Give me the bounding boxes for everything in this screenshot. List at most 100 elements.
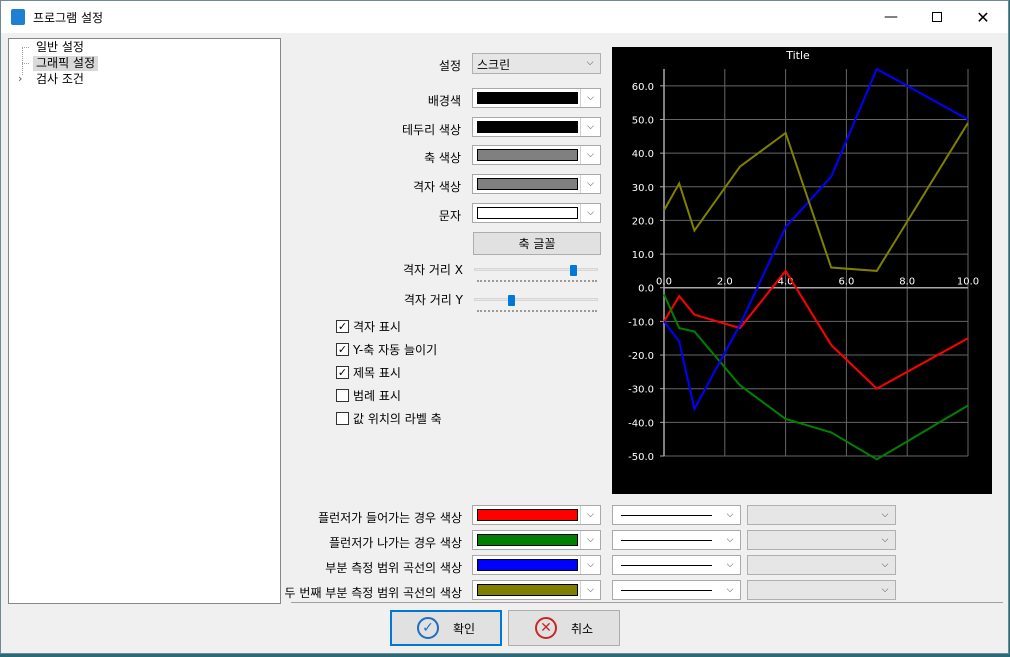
chart-preview: Title 60.0 50.0 40.0 30.0 20.0 10.0 0.0 -10.0 -20…: [612, 47, 992, 494]
color-swatch: [477, 207, 578, 219]
checkbox-box[interactable]: [336, 388, 349, 402]
series-width-combo[interactable]: ⌵: [747, 530, 896, 550]
show-grid-checkbox[interactable]: ✓ 격자 표시: [336, 319, 401, 334]
series-color-combo[interactable]: ⌵: [472, 530, 601, 550]
background-label: 배경색: [427, 94, 461, 108]
cancel-button[interactable]: ✕ 취소: [508, 610, 620, 646]
axis-font-button[interactable]: 축 글꼴: [473, 232, 601, 255]
tree-line: [22, 63, 29, 64]
chevron-down-icon: ⌵: [580, 531, 600, 549]
close-icon: ✕: [976, 7, 990, 27]
chart-title: Title: [785, 49, 810, 62]
checkbox-label: 격자 표시: [353, 319, 401, 334]
border-label: 테두리 색상: [401, 123, 461, 137]
chevron-down-icon: ⌵: [580, 204, 600, 222]
y-axis-auto-checkbox[interactable]: ✓ Y-축 자동 늘이기: [336, 342, 438, 357]
series-line-style-combo[interactable]: ⌵: [612, 555, 741, 575]
axis-color-combo[interactable]: ⌵: [472, 145, 601, 165]
series-color-combo[interactable]: ⌵: [472, 505, 601, 525]
color-swatch: [477, 534, 578, 546]
series-label: 플런저가 나가는 경우 색상: [329, 536, 462, 550]
line-style-preview: [621, 540, 712, 541]
show-title-checkbox[interactable]: ✓ 제목 표시: [336, 365, 401, 380]
series-line-style-combo[interactable]: ⌵: [612, 580, 741, 600]
cancel-label: 취소: [570, 621, 594, 636]
series-line-style-combo[interactable]: ⌵: [612, 505, 741, 525]
series-line-style-combo[interactable]: ⌵: [612, 530, 741, 550]
maximize-button[interactable]: [914, 1, 960, 33]
preset-value: 스크린: [477, 58, 511, 72]
grid-x-slider-thumb[interactable]: [570, 265, 578, 276]
tree-line: [22, 47, 23, 75]
text-color-label: 문자: [438, 209, 461, 223]
checkbox-box[interactable]: ✓: [336, 342, 349, 356]
grid-y-slider-thumb[interactable]: [508, 295, 516, 306]
chevron-down-icon: ⌵: [580, 556, 600, 574]
color-swatch: [477, 509, 578, 521]
grid-x-slider[interactable]: [474, 268, 598, 271]
checkbox-label: Y-축 자동 늘이기: [353, 342, 438, 357]
chart-svg: Title 60.0 50.0 40.0 30.0 20.0 10.0 0.0 -10.0 -20…: [628, 49, 979, 463]
grid-x-label: 격자 거리 X: [402, 263, 463, 277]
y-tick-label: 20.0: [632, 216, 654, 227]
text-color-combo[interactable]: ⌵: [472, 203, 601, 223]
minimize-button[interactable]: —: [868, 1, 914, 33]
line-style-preview: [621, 565, 712, 566]
y-tick-label: -20.0: [628, 351, 654, 362]
background-color-combo[interactable]: ⌵: [472, 88, 601, 108]
series-color-combo[interactable]: ⌵: [472, 555, 601, 575]
chevron-down-icon: ⌵: [726, 560, 734, 570]
tree-line: [22, 47, 29, 48]
color-swatch: [477, 178, 578, 190]
expand-arrow-icon[interactable]: ›: [18, 72, 22, 85]
show-legend-checkbox[interactable]: 범례 표시: [336, 388, 401, 403]
tree-item-graphics[interactable]: 그래픽 설정: [33, 56, 99, 71]
checkbox-box[interactable]: ✓: [336, 319, 349, 333]
chevron-down-icon: ⌵: [580, 175, 600, 193]
ok-label: 확인: [452, 621, 476, 636]
close-button[interactable]: ✕: [960, 1, 1006, 33]
tree-item-general[interactable]: 일반 설정: [33, 40, 87, 55]
series-label: 두 번째 부분 측정 범위 곡선의 색상: [284, 586, 462, 600]
y-tick-label: 50.0: [632, 115, 654, 126]
x-tick-label: 0.0: [656, 277, 672, 288]
window-title: 프로그램 설정: [33, 11, 104, 25]
x-tick-label: 8.0: [899, 277, 915, 288]
y-tick-label: -40.0: [628, 418, 654, 429]
checkbox-label: 값 위치의 라벨 축: [353, 411, 442, 426]
y-tick-label: 60.0: [632, 82, 654, 93]
y-tick-label: 10.0: [632, 250, 654, 261]
minimize-icon: —: [884, 9, 898, 25]
y-tick-label: 30.0: [632, 183, 654, 194]
slider-ticks: [477, 280, 597, 282]
border-color-combo[interactable]: ⌵: [472, 117, 601, 137]
y-tick-label: -50.0: [628, 452, 654, 463]
x-tick-label: 2.0: [717, 277, 733, 288]
tree-item-inspection[interactable]: 검사 조건: [33, 72, 87, 87]
chevron-down-icon: ⌵: [881, 585, 889, 595]
series-line-3: [663, 122, 969, 272]
x-tick-label: 6.0: [838, 277, 854, 288]
checkbox-box[interactable]: [336, 411, 349, 425]
x-tick-label: 10.0: [957, 277, 979, 288]
chevron-down-icon: ⌵: [726, 535, 734, 545]
checkbox-label: 범례 표시: [353, 388, 401, 403]
preset-label: 설정: [438, 59, 461, 73]
value-axis-label-checkbox[interactable]: 값 위치의 라벨 축: [336, 411, 442, 426]
color-swatch: [477, 92, 578, 104]
color-swatch: [477, 559, 578, 571]
app-icon: [11, 9, 25, 25]
series-color-combo[interactable]: ⌵: [472, 580, 601, 600]
axis-color-label: 축 색상: [424, 151, 461, 165]
series-width-combo[interactable]: ⌵: [747, 555, 896, 575]
series-label: 부분 측정 범위 곡선의 색상: [325, 561, 462, 575]
checkbox-box[interactable]: ✓: [336, 365, 349, 379]
grid-y-slider[interactable]: [474, 298, 598, 301]
ok-button[interactable]: ✓ 확인: [390, 610, 502, 646]
grid-color-combo[interactable]: ⌵: [472, 174, 601, 194]
preset-combo[interactable]: 스크린 ⌵: [472, 53, 601, 74]
settings-window: 프로그램 설정 — ✕ 일반 설정 그래픽 설정 › 검사 조건 설정 스크린 …: [0, 0, 1009, 654]
grid-y-label: 격자 거리 Y: [403, 293, 463, 307]
series-width-combo[interactable]: ⌵: [747, 505, 896, 525]
series-width-combo[interactable]: ⌵: [747, 580, 896, 600]
